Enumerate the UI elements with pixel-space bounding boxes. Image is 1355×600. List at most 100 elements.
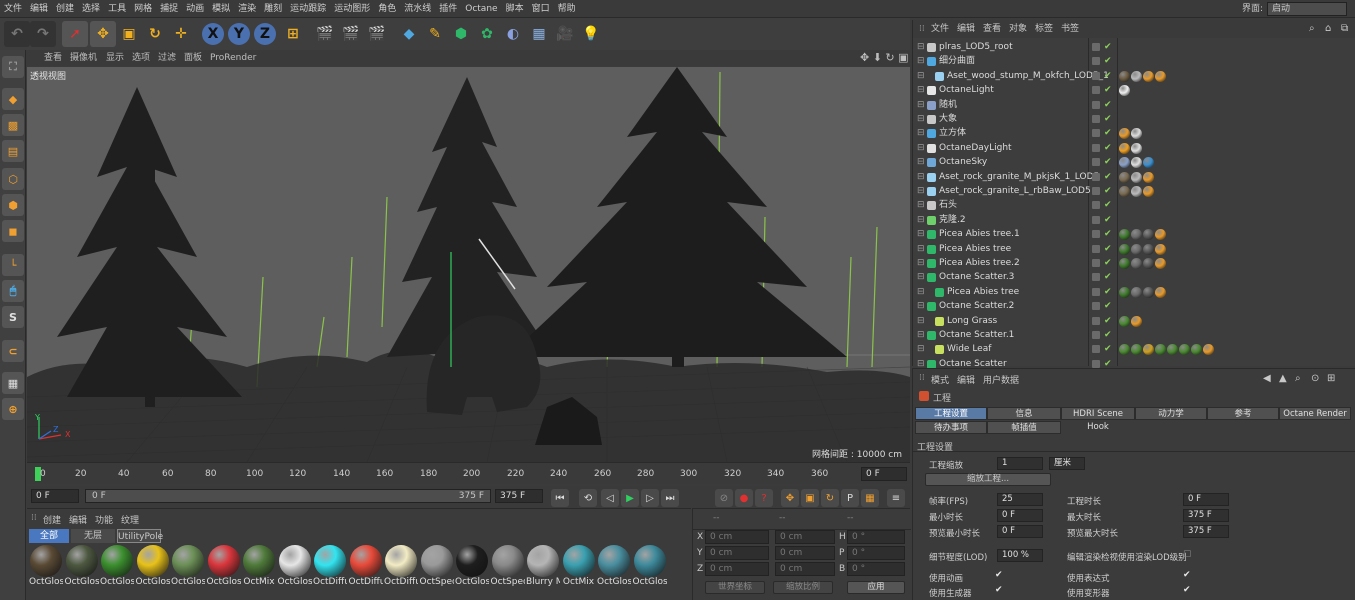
- material-tag-icon[interactable]: [1131, 315, 1142, 327]
- menu-simulate[interactable]: 模拟: [208, 0, 234, 18]
- material-tag-icon[interactable]: [1143, 171, 1154, 183]
- enabled-check-icon[interactable]: ✔: [1104, 270, 1112, 284]
- object-name[interactable]: Picea Abies tree: [939, 242, 1011, 256]
- next-frame-icon[interactable]: ▷: [641, 489, 659, 507]
- material-tag-icon[interactable]: [1119, 344, 1130, 356]
- axis-mode-icon[interactable]: └: [2, 254, 24, 276]
- object-row[interactable]: ⊟ 随机 ✔: [913, 98, 1355, 112]
- enabled-check-icon[interactable]: ✔: [1104, 328, 1112, 342]
- object-name[interactable]: 大象: [939, 112, 957, 126]
- coord-mode-select[interactable]: 世界坐标: [705, 581, 765, 594]
- cube-icon[interactable]: ◆: [396, 21, 422, 47]
- mat-tab-all[interactable]: 全部: [29, 529, 69, 543]
- layer-checkbox-icon[interactable]: [1092, 187, 1100, 195]
- layer-checkbox-icon[interactable]: [1092, 359, 1100, 368]
- layer-checkbox-icon[interactable]: [1092, 201, 1100, 210]
- tweak-mode-icon[interactable]: 🖱: [2, 280, 24, 302]
- object-row[interactable]: ⊟ Picea Abies tree.2 ✔: [913, 256, 1355, 270]
- material-tag-icon[interactable]: [1143, 186, 1154, 197]
- expand-icon[interactable]: ⊟: [917, 141, 925, 155]
- pen-icon[interactable]: ✎: [422, 21, 448, 47]
- material-tag-icon[interactable]: [1143, 286, 1154, 298]
- menu-help[interactable]: 帮助: [554, 0, 580, 18]
- material-tag-icon[interactable]: [1131, 128, 1142, 140]
- material-tag-icon[interactable]: [1119, 186, 1130, 197]
- layer-checkbox-icon[interactable]: [1092, 57, 1100, 66]
- layer-checkbox-icon[interactable]: [1092, 331, 1100, 339]
- enabled-check-icon[interactable]: ✔: [1104, 299, 1112, 313]
- object-row[interactable]: ⊟ 克隆.2 ✔: [913, 213, 1355, 227]
- workplane-mode-icon[interactable]: ▤: [2, 140, 24, 162]
- object-row[interactable]: ⊟ Long Grass ✔: [913, 314, 1355, 328]
- material-tag-icon[interactable]: [1143, 70, 1154, 82]
- layer-checkbox-icon[interactable]: [1092, 86, 1100, 95]
- go-to-end-icon[interactable]: ⏭: [661, 489, 679, 507]
- enabled-check-icon[interactable]: ✔: [1104, 227, 1112, 241]
- tab-hdri-scene-hook[interactable]: HDRI Scene Hook: [1061, 407, 1135, 432]
- material-tag-icon[interactable]: [1131, 243, 1142, 255]
- menu-motion-tracking[interactable]: 运动跟踪: [286, 0, 330, 18]
- enabled-check-icon[interactable]: ✔: [1104, 112, 1112, 126]
- enabled-check-icon[interactable]: ✔: [1104, 242, 1112, 256]
- object-name[interactable]: 克隆.2: [939, 213, 966, 227]
- material-swatch[interactable]: OctGlos: [633, 545, 667, 587]
- expand-icon[interactable]: ⊟: [917, 69, 925, 83]
- perspective-viewport[interactable]: 透视视图 Y X Z 网格间距 : 10000 cm: [27, 67, 910, 462]
- layer-checkbox-icon[interactable]: [1092, 244, 1100, 253]
- material-tag-icon[interactable]: [1119, 142, 1130, 154]
- layer-checkbox-icon[interactable]: [1092, 259, 1100, 267]
- menu-octane[interactable]: Octane: [461, 0, 501, 18]
- object-name[interactable]: Aset_wood_stump_M_okfch_LOD5_1: [947, 69, 1109, 83]
- menu-snap[interactable]: 捕捉: [156, 0, 182, 18]
- material-tag-icon[interactable]: [1155, 286, 1166, 298]
- viewport-menu-prorender[interactable]: ProRender: [210, 50, 256, 66]
- expand-icon[interactable]: ⊟: [917, 213, 925, 227]
- material-swatch[interactable]: OctMix: [562, 545, 596, 587]
- viewport-menu-cameras[interactable]: 摄像机: [70, 50, 97, 66]
- material-tag-icon[interactable]: [1131, 258, 1142, 269]
- object-name[interactable]: OctaneSky: [939, 155, 987, 169]
- deformer-icon[interactable]: ◐: [500, 21, 526, 47]
- layer-checkbox-icon[interactable]: [1092, 172, 1100, 181]
- scale-icon[interactable]: ▣: [116, 21, 142, 47]
- lock-icon[interactable]: ⊙: [1311, 373, 1319, 384]
- material-tag-icon[interactable]: [1143, 243, 1154, 255]
- key-rotation-icon[interactable]: ↻: [821, 489, 839, 507]
- expand-icon[interactable]: ⊟: [917, 54, 925, 68]
- menu-render[interactable]: 渲染: [234, 0, 260, 18]
- material-tag-icon[interactable]: [1131, 142, 1142, 154]
- material-swatch[interactable]: OctDiffu: [349, 545, 383, 587]
- search-attr-icon[interactable]: ⌕: [1295, 373, 1301, 384]
- obj-menu-bookmarks[interactable]: 书签: [1061, 20, 1079, 38]
- material-swatch[interactable]: OctGlos: [597, 545, 631, 587]
- object-name[interactable]: plras_LOD5_root: [939, 40, 1013, 54]
- expand-icon[interactable]: ⊟: [917, 342, 925, 356]
- object-name[interactable]: 石头: [939, 198, 957, 212]
- editor-lod-checkbox[interactable]: ▢: [1183, 549, 1192, 559]
- object-row[interactable]: ⊟ Octane Scatter.1 ✔: [913, 328, 1355, 342]
- material-swatch[interactable]: OctSpec: [420, 545, 454, 587]
- mat-menu-texture[interactable]: 纹理: [121, 513, 139, 526]
- object-row[interactable]: ⊟ 细分曲面 ✔: [913, 54, 1355, 68]
- camera-icon[interactable]: 🎥: [552, 21, 578, 47]
- tab-project-settings[interactable]: 工程设置: [915, 407, 987, 420]
- expand-icon[interactable]: ⊟: [917, 83, 925, 97]
- enabled-check-icon[interactable]: ✔: [1104, 285, 1112, 299]
- enabled-check-icon[interactable]: ✔: [1104, 256, 1112, 270]
- new-attr-window-icon[interactable]: ⊞: [1327, 373, 1335, 384]
- material-tag-icon[interactable]: [1155, 344, 1166, 356]
- layer-checkbox-icon[interactable]: [1092, 215, 1100, 224]
- material-swatch[interactable]: OctSpec: [491, 545, 525, 587]
- object-row[interactable]: ⊟ OctaneSky ✔: [913, 155, 1355, 169]
- object-name[interactable]: Aset_rock_granite_L_rbBaw_LOD5: [939, 184, 1091, 198]
- mat-menu-create[interactable]: 创建: [43, 513, 61, 526]
- material-tag-icon[interactable]: [1155, 258, 1166, 269]
- menu-sculpt[interactable]: 雕刻: [260, 0, 286, 18]
- expand-icon[interactable]: ⊟: [917, 242, 925, 256]
- material-tag-icon[interactable]: [1155, 70, 1166, 82]
- object-name[interactable]: Picea Abies tree.2: [939, 256, 1020, 270]
- obj-menu-file[interactable]: 文件: [931, 20, 949, 38]
- enabled-check-icon[interactable]: ✔: [1104, 126, 1112, 140]
- light-icon[interactable]: 💡: [578, 21, 604, 47]
- planar-workplane-icon[interactable]: ⊕: [2, 398, 24, 420]
